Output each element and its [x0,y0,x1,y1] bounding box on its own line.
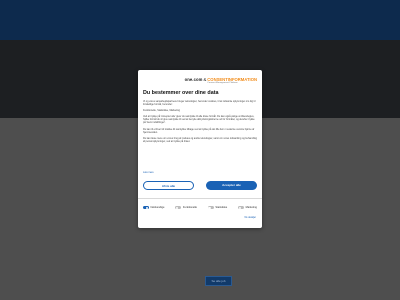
toggle-functional[interactable]: Funktionelle [175,206,197,210]
toggle-label-necessary: Nødvendige [150,206,165,210]
toggle-statistics[interactable]: Statistiske [207,206,228,210]
brand-logo-text: one.com [184,77,203,82]
read-more-link[interactable]: Læs mere [143,171,154,174]
toggle-switch-functional[interactable] [175,206,182,210]
toggle-necessary[interactable]: Nødvendige [143,206,165,210]
partner-logo-subtitle: Consent Management Platform [207,82,238,84]
accept-explanation: Ved at trykke på 'Accepter alle' giver d… [143,115,255,125]
consent-logo: one.com & CONSENTINFORMATION Consent Man… [185,77,257,87]
background-cta-label: Se alle job [211,279,226,283]
consent-buttons: Afvis alle Accepter alle [143,181,257,190]
toggle-label-marketing: Marketing [245,206,257,210]
dialog-body: Vi og vores samarbejdspartnere bruger te… [143,100,257,146]
toggle-switch-statistics[interactable] [207,206,214,210]
background-cta-button[interactable]: Se alle job [205,276,232,286]
logo-ampersand: & [203,77,207,82]
cookie-consent-dialog: one.com & CONSENTINFORMATION Consent Man… [138,70,262,228]
purposes-list: Funktionelle, Statistiske, Marketing [143,109,180,113]
withdraw-explanation: Du kan til enhver tid trække dit samtykk… [143,127,255,134]
toggle-marketing[interactable]: Marketing [238,206,257,210]
dialog-divider [138,198,262,199]
toggle-switch-necessary[interactable] [143,206,149,210]
toggle-switch-marketing[interactable] [238,206,245,210]
toggle-label-functional: Funktionelle [182,206,197,210]
dialog-title: Du bestemmer over dine data [143,90,219,96]
partner-logo: CONSENTINFORMATION Consent Management Pl… [207,77,257,85]
toggle-label-statistics: Statistiske [215,206,228,210]
show-details-link[interactable]: Vis detaljer [244,216,256,219]
intro-paragraph: Vi og vores samarbejdspartnere bruger te… [143,100,256,107]
accept-all-button[interactable]: Accepter alle [206,181,257,190]
reject-all-button[interactable]: Afvis alle [143,181,194,190]
consent-toggles: Nødvendige Funktionelle Statistiske Mark… [143,206,257,210]
read-more-explanation: Du kan læse mere om vores brug af cookie… [143,136,258,143]
site-header-bar [0,0,400,40]
